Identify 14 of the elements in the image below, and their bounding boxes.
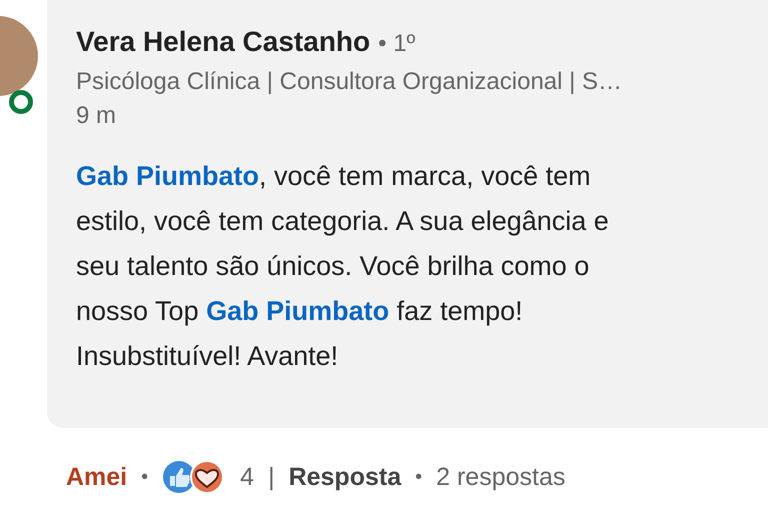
separator-dot: • [141,466,148,488]
comment-time: 9 m [76,102,118,130]
mention-link[interactable]: Gab Piumbato [206,296,390,326]
author-headline: Psicóloga Clínica | Consultora Organizacional | S… [76,68,624,96]
separator-dot: • [415,466,422,488]
reaction-button[interactable]: Amei [66,462,128,492]
replies-link[interactable]: 2 respostas [436,462,566,492]
comment-text: Gab Piumbato, você tem marca, você tem estilo, você tem categoria. A sua elegância e seu talento são únicos. Você brilha como o nosso Top Gab Piumbato faz tempo! Insubstituível! Avante! [76,160,610,373]
author-name[interactable]: Vera Helena Castanho [76,26,370,58]
connection-degree: • 1º [378,30,416,58]
reply-button[interactable]: Resposta [288,462,402,492]
mention-link[interactable]: Gab Piumbato [76,161,260,191]
reaction-count: 4 [240,462,254,492]
separator-text: | [268,462,275,492]
